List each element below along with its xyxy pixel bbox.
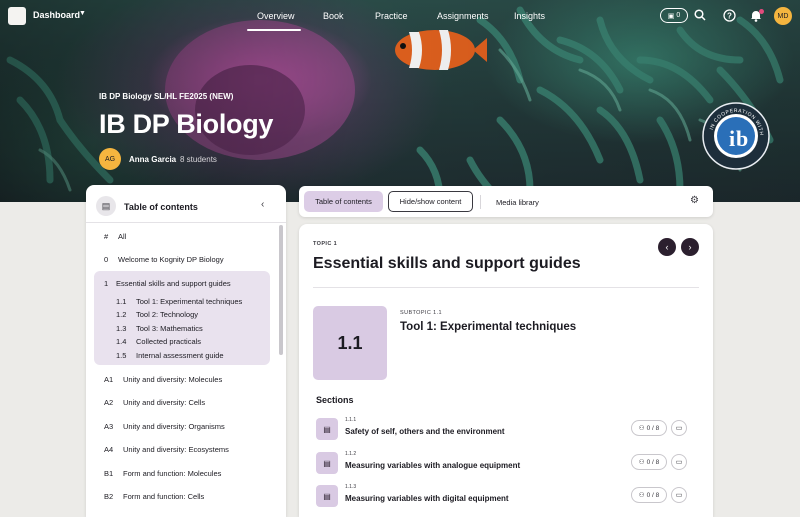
toc-item-1-3[interactable]: 1.3 Tool 3: Mathematics	[116, 324, 203, 333]
toc-item-1-4[interactable]: 1.4 Collected practicals	[116, 337, 201, 346]
teacher-avatar: AG	[99, 148, 121, 170]
toc-item-a2[interactable]: A2 Unity and diversity: Cells	[104, 398, 205, 407]
toc-scrollbar[interactable]	[279, 225, 283, 355]
tab-insights[interactable]: Insights	[514, 11, 545, 21]
clipboard-icon[interactable]: ▭	[671, 487, 687, 503]
notification-badge	[759, 9, 764, 14]
cart-count: 0	[676, 12, 681, 19]
toc-item-a1[interactable]: A1 Unity and diversity: Molecules	[104, 375, 222, 384]
clipboard-icon[interactable]: ▭	[671, 420, 687, 436]
ib-cooperation-seal-logo: i b IN COOPERATION WITH	[702, 102, 770, 170]
section-row[interactable]: ▤ 1.1.1 Safety of self, others and the e…	[316, 417, 700, 443]
sections-heading: Sections	[316, 395, 354, 405]
toc-item-b2[interactable]: B2 Form and function: Cells	[104, 492, 204, 501]
tab-practice[interactable]: Practice	[375, 11, 408, 21]
course-title: IB DP Biology	[99, 109, 274, 139]
hide-show-content-button[interactable]: Hide/show content	[388, 191, 473, 212]
tab-book[interactable]: Book	[323, 11, 344, 21]
active-tab-indicator	[247, 29, 301, 31]
section-title[interactable]: Measuring variables with digital equipme…	[345, 494, 509, 503]
section-number: 1.1.2	[345, 451, 357, 457]
tab-overview[interactable]: Overview	[257, 11, 295, 21]
users-icon: ⚇	[638, 492, 645, 499]
toc-item-1-2[interactable]: 1.2 Tool 2: Technology	[116, 310, 198, 319]
course-subtitle: IB DP Biology SL/HL FE2025 (NEW)	[99, 92, 234, 101]
toc-item-1-1[interactable]: 1.1 Tool 1: Experimental techniques	[116, 297, 242, 306]
app-logo[interactable]	[8, 7, 26, 25]
toc-item-all[interactable]: # All	[104, 232, 126, 241]
toc-title: Table of contents	[124, 202, 198, 212]
svg-text:i: i	[729, 126, 735, 151]
teacher-name: Anna Garcia	[129, 155, 177, 164]
section-row[interactable]: ▤ 1.1.2 Measuring variables with analogu…	[316, 451, 700, 477]
gear-icon[interactable]: ⚙	[690, 195, 699, 206]
students-progress-pill[interactable]: ⚇ 0 / 8	[631, 420, 667, 436]
document-icon: ▤	[316, 485, 338, 507]
students-progress-pill[interactable]: ⚇ 0 / 8	[631, 487, 667, 503]
media-library-link[interactable]: Media library	[496, 198, 539, 207]
cart-icon: ▣	[667, 12, 675, 20]
chevron-down-icon[interactable]: ▼	[79, 10, 86, 17]
section-row[interactable]: ▤ 1.1.3 Measuring variables with digital…	[316, 484, 700, 510]
course-hero-banner: Dashboard ▼ Overview Book Practice Assig…	[0, 0, 800, 202]
section-number: 1.1.3	[345, 484, 357, 490]
toc-item-1[interactable]: 1 Essential skills and support guides	[104, 279, 231, 288]
help-icon[interactable]: ?	[722, 8, 736, 22]
table-of-contents-panel: ▤ Table of contents ‹ # All 0 Welcome to K…	[86, 185, 286, 517]
top-navbar: Dashboard ▼ Overview Book Practice Assig…	[0, 0, 800, 32]
users-icon: ⚇	[638, 459, 645, 466]
previous-topic-chevron-left-icon[interactable]: ‹	[658, 238, 676, 256]
toc-toggle-button[interactable]: Table of contents	[304, 191, 383, 212]
topic-title: Essential skills and support guides	[313, 255, 581, 272]
topic-label: TOPIC 1	[313, 241, 338, 247]
dashboard-menu[interactable]: Dashboard	[33, 10, 80, 20]
svg-text:?: ?	[727, 11, 732, 20]
next-topic-chevron-right-icon[interactable]: ›	[681, 238, 699, 256]
toc-item-a3[interactable]: A3 Unity and diversity: Organisms	[104, 422, 225, 431]
user-avatar[interactable]: MD	[774, 7, 792, 25]
toc-item-a4[interactable]: A4 Unity and diversity: Ecosystems	[104, 445, 229, 454]
search-icon[interactable]	[693, 8, 707, 22]
topic-content: TOPIC 1 Essential skills and support gui…	[299, 224, 713, 517]
toc-item-0[interactable]: 0 Welcome to Kognity DP Biology	[104, 255, 224, 264]
section-title[interactable]: Safety of self, others and the environme…	[345, 427, 505, 436]
svg-text:b: b	[736, 126, 748, 151]
subtopic-number-card[interactable]: 1.1	[313, 306, 387, 380]
document-icon: ▤	[316, 452, 338, 474]
toc-item-b1[interactable]: B1 Form and function: Molecules	[104, 469, 221, 478]
subtopic-title[interactable]: Tool 1: Experimental techniques	[400, 321, 576, 333]
users-icon: ⚇	[638, 425, 645, 432]
document-icon: ▤	[316, 418, 338, 440]
section-title[interactable]: Measuring variables with analogue equipm…	[345, 461, 520, 470]
section-number: 1.1.1	[345, 417, 357, 423]
tab-assignments[interactable]: Assignments	[437, 11, 489, 21]
students-progress-pill[interactable]: ⚇ 0 / 8	[631, 454, 667, 470]
clipboard-icon[interactable]: ▭	[671, 454, 687, 470]
book-icon: ▤	[96, 196, 116, 216]
collapse-chevron-left-icon[interactable]: ‹	[261, 199, 264, 210]
subtopic-label: SUBTOPIC 1.1	[400, 310, 442, 316]
student-count: 8 students	[180, 155, 217, 164]
toc-item-1-5[interactable]: 1.5 Internal assessment guide	[116, 351, 224, 360]
cart-button[interactable]: ▣ 0	[660, 8, 688, 23]
content-toolbar: Table of contents Hide/show content Medi…	[299, 186, 713, 217]
